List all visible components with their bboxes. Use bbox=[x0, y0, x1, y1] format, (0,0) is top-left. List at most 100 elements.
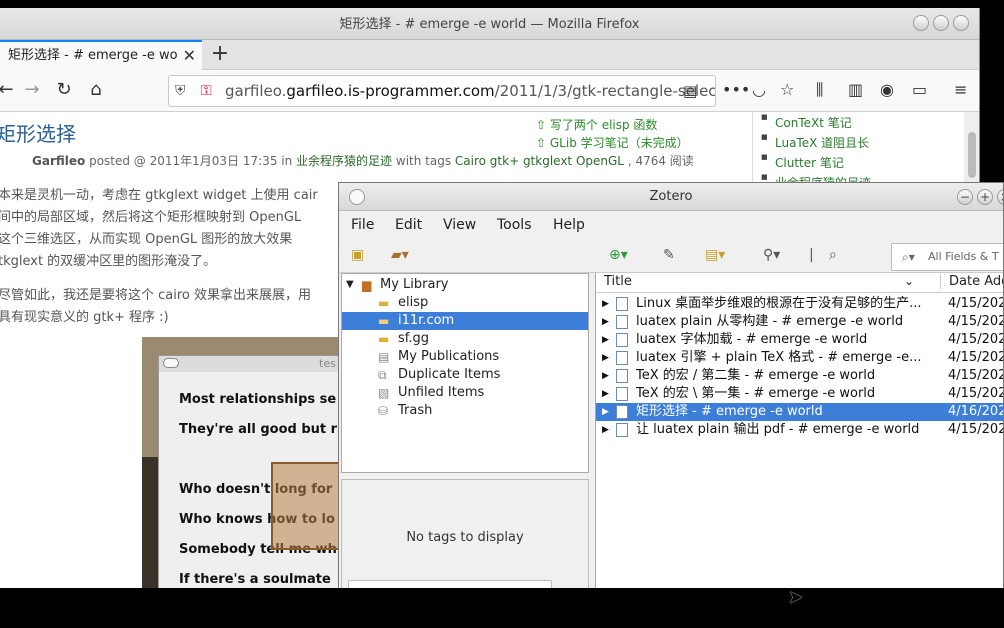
search-input[interactable]: ⌕▾ All Fields & T bbox=[891, 243, 1003, 271]
expand-arrow-icon[interactable]: ▶ bbox=[602, 421, 609, 439]
related-link[interactable]: ⇧ 写了两个 elisp 函数 bbox=[536, 116, 657, 133]
collection-i11r[interactable]: ▬ i11r.com bbox=[342, 312, 588, 330]
post-tags-label: with tags bbox=[392, 154, 455, 168]
menu-help[interactable]: Help bbox=[553, 217, 585, 233]
column-date-added[interactable]: Date Adde bbox=[940, 274, 1003, 289]
post-author[interactable]: Garfileo bbox=[32, 154, 85, 168]
menu-edit[interactable]: Edit bbox=[395, 217, 422, 233]
trash-icon: ⛁ bbox=[378, 404, 389, 418]
expand-arrow-icon[interactable]: ▶ bbox=[602, 385, 609, 403]
scrollbar-thumb[interactable] bbox=[968, 132, 976, 178]
expand-arrow-icon[interactable]: ▶ bbox=[602, 367, 609, 385]
expand-arrow-icon[interactable]: ▶ bbox=[602, 349, 609, 367]
duplicate-icon: ⧉ bbox=[378, 368, 387, 382]
add-by-identifier-icon[interactable]: ✎ bbox=[663, 247, 675, 263]
expand-arrow-icon[interactable]: ▶ bbox=[602, 331, 609, 349]
collection-trash[interactable]: ⛁ Trash bbox=[342, 402, 588, 420]
reader-view-icon[interactable]: ▤ bbox=[683, 76, 697, 106]
bookmark-star-icon[interactable]: ☆ bbox=[780, 80, 794, 99]
collection-my-library[interactable]: ▼ ▆ My Library bbox=[342, 276, 588, 294]
firefox-titlebar[interactable]: 矩形选择 - # emerge -e world — Mozilla Firef… bbox=[0, 8, 979, 40]
zotero-titlebar[interactable]: Zotero − + × bbox=[339, 183, 1003, 211]
tab-close-icon[interactable]: ✕ bbox=[183, 42, 196, 70]
sidebar-link[interactable]: LuaTeX 道阻且长 bbox=[761, 133, 869, 151]
item-row[interactable]: ▶ 让 luatex plain 输出 pdf - # emerge -e wo… bbox=[596, 421, 1003, 439]
item-row[interactable]: ▶ TeX 的宏 / 第二集 - # emerge -e world 4/15/2… bbox=[596, 367, 1003, 385]
collection-elisp[interactable]: ▬ elisp bbox=[342, 294, 588, 312]
item-row-selected[interactable]: ▶ 矩形选择 - # emerge -e world 4/16/202 bbox=[596, 403, 1003, 421]
item-row[interactable]: ▶ luatex 字体加载 - # emerge -e world 4/15/20… bbox=[596, 331, 1003, 349]
search-icon[interactable]: ⌕▾ bbox=[902, 244, 915, 270]
document-icon bbox=[616, 387, 628, 401]
menu-tools[interactable]: Tools bbox=[497, 217, 532, 233]
paragraph-line: 这个三维选区，从而实现 OpenGL 图形的放大效果 bbox=[0, 232, 293, 247]
post-tags[interactable]: Cairo gtk+ gtkglext OpenGL bbox=[455, 154, 624, 168]
post-title[interactable]: 矩形选择 bbox=[0, 118, 76, 147]
maximize-button[interactable]: + bbox=[977, 189, 993, 205]
sidebar-link[interactable]: Clutter 笔记 bbox=[761, 153, 844, 171]
new-tab-button[interactable]: + bbox=[208, 40, 232, 70]
shield-icon[interactable]: ⛨ bbox=[175, 76, 186, 106]
pocket-icon[interactable]: ◡ bbox=[752, 80, 766, 99]
collection-unfiled-items[interactable]: ▧ Unfiled Items bbox=[342, 384, 588, 402]
menu-bar: File Edit View Tools Help bbox=[339, 211, 1003, 241]
item-row[interactable]: ▶ Linux 桌面举步维艰的根源在于没有足够的生产... 4/15/202 bbox=[596, 295, 1004, 313]
collection-my-publications[interactable]: ▤ My Publications bbox=[342, 348, 588, 366]
home-icon[interactable]: ⌂ bbox=[84, 78, 108, 102]
collection-label: My Publications bbox=[398, 349, 500, 364]
lyric-line: Most relationships se bbox=[179, 392, 337, 407]
sidebar-icon[interactable]: ▥ bbox=[848, 80, 863, 99]
item-row[interactable]: ▶ luatex plain 从零构建 - # emerge -e world 4… bbox=[596, 313, 1003, 331]
item-title: Linux 桌面举步维艰的根源在于没有足够的生产... bbox=[636, 296, 922, 311]
maximize-button[interactable] bbox=[933, 15, 949, 31]
column-title[interactable]: Title bbox=[604, 274, 632, 289]
account-icon[interactable]: ◉ bbox=[880, 80, 894, 99]
new-note-icon[interactable]: ▤▾ bbox=[705, 247, 725, 263]
reload-icon[interactable]: ↻ bbox=[52, 78, 76, 102]
post-category[interactable]: 业余程序猿的足迹 bbox=[296, 154, 392, 168]
window-menu-button[interactable] bbox=[349, 189, 365, 205]
url-bar[interactable]: ⛨ ⚿ garfileo.garfileo.is-programmer.com/… bbox=[168, 75, 716, 107]
page-actions-icon[interactable]: ••• bbox=[722, 80, 750, 99]
menu-icon[interactable]: ≡ bbox=[954, 80, 967, 99]
forward-icon[interactable]: → bbox=[20, 78, 44, 102]
advanced-search-icon[interactable]: ⌕ bbox=[829, 247, 837, 263]
sidebar-link[interactable]: ConTeXt 笔记 bbox=[761, 113, 852, 131]
unfiled-icon: ▧ bbox=[378, 386, 390, 400]
zotero-window-title: Zotero bbox=[649, 189, 693, 204]
collections-pane: ▼ ▆ My Library ▬ elisp ▬ i11r.com ▬ sf.g… bbox=[341, 273, 589, 473]
expand-arrow-icon[interactable]: ▶ bbox=[602, 403, 609, 421]
chevron-down-icon[interactable]: ⌄ bbox=[904, 274, 914, 288]
new-item-icon[interactable]: ⊕▾ bbox=[609, 247, 628, 263]
minimize-button[interactable]: − bbox=[957, 189, 973, 205]
post-screenshot-image: tes Most relationships se They're all go… bbox=[142, 337, 352, 588]
expand-arrow-icon[interactable]: ▶ bbox=[602, 295, 609, 313]
new-collection-icon[interactable]: ▣ bbox=[351, 247, 364, 263]
expand-arrow-icon[interactable]: ▶ bbox=[602, 313, 609, 331]
back-icon[interactable]: ← bbox=[0, 78, 18, 102]
collection-label: elisp bbox=[398, 295, 429, 310]
collection-label: Duplicate Items bbox=[398, 367, 501, 382]
library-icon[interactable]: ⫼ bbox=[816, 80, 823, 100]
no-tags-message: No tags to display bbox=[406, 530, 524, 545]
item-row[interactable]: ▶ TeX 的宏 \ 第一集 - # emerge -e world 4/15/2… bbox=[596, 385, 1003, 403]
minimize-button[interactable] bbox=[913, 15, 929, 31]
tab-active[interactable]: 矩形选择 - # emerge -e wo ✕ bbox=[0, 40, 202, 70]
attachment-icon[interactable]: ⚲▾ bbox=[763, 247, 780, 263]
related-link[interactable]: ⇧ GLib 学习笔记（未完成） bbox=[536, 134, 689, 151]
menu-file[interactable]: File bbox=[351, 217, 374, 233]
menu-view[interactable]: View bbox=[443, 217, 476, 233]
lyric-line: If there's a soulmate bbox=[179, 572, 331, 587]
close-button[interactable] bbox=[953, 15, 969, 31]
zotero-connector-icon[interactable]: ▭ bbox=[912, 80, 927, 99]
expand-toggle-icon[interactable]: ▼ bbox=[346, 276, 354, 294]
item-title: 矩形选择 - # emerge -e world bbox=[636, 404, 823, 419]
library-actions-icon[interactable]: ▰▾ bbox=[391, 247, 409, 263]
item-row[interactable]: ▶ luatex 引擎 + plain TeX 格式 - # emerge -e… bbox=[596, 349, 1003, 367]
item-date: 4/15/202 bbox=[948, 296, 1004, 311]
insecure-lock-icon[interactable]: ⚿ bbox=[201, 76, 212, 106]
collection-duplicate-items[interactable]: ⧉ Duplicate Items bbox=[342, 366, 588, 384]
collection-sfgg[interactable]: ▬ sf.gg bbox=[342, 330, 588, 348]
item-title: luatex 引擎 + plain TeX 格式 - # emerge -e..… bbox=[636, 350, 922, 365]
close-button[interactable]: × bbox=[997, 189, 1003, 205]
